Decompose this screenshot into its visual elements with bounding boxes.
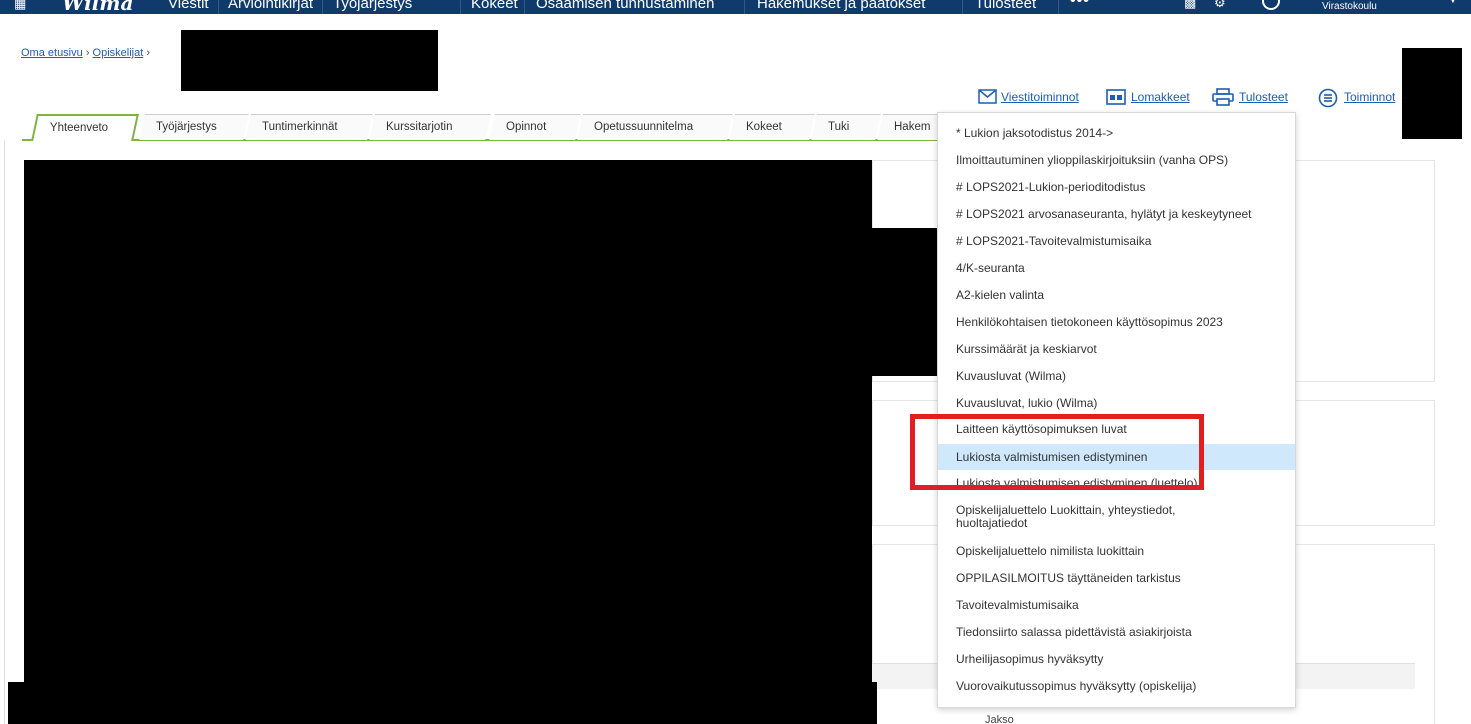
- menu-item[interactable]: 4/K-seuranta: [938, 262, 1295, 275]
- roles-icon[interactable]: ⚙: [1214, 0, 1226, 11]
- envelope-icon: [978, 89, 997, 104]
- menu-item[interactable]: Opiskelijaluettelo Luokittain, yhteystie…: [938, 504, 1295, 530]
- menu-item[interactable]: # LOPS2021-Lukion-perioditodistus: [938, 181, 1295, 194]
- table-cell: Jakso: [985, 714, 1014, 724]
- page-left-border: [4, 140, 5, 724]
- tab-label: Tuntimerkinnät: [262, 121, 338, 133]
- tab-label: Opetussuunnitelma: [594, 121, 694, 133]
- nav-divider: [218, 0, 219, 14]
- tab-hour-entries[interactable]: Tuntimerkinnät: [245, 114, 373, 140]
- menu-item[interactable]: # LOPS2021-Tavoitevalmistumisaika: [938, 235, 1295, 248]
- tab-applications[interactable]: Hakem: [877, 114, 943, 140]
- functions-label: Toiminnot: [1344, 90, 1396, 104]
- nav-printouts[interactable]: Tulosteet: [975, 0, 1036, 14]
- tab-support[interactable]: Tuki: [811, 114, 881, 140]
- tab-label: Hakem: [894, 121, 931, 133]
- menu-item-highlighted[interactable]: Lukiosta valmistumisen edistyminen: [938, 444, 1295, 470]
- top-navigation-bar: ▦ Wilma Viestit Arviointikirjat Työjärje…: [0, 0, 1471, 14]
- menu-item[interactable]: Ilmoittautuminen ylioppilaskirjoituksiin…: [938, 154, 1295, 167]
- menu-item[interactable]: Kuvausluvat (Wilma): [938, 370, 1295, 383]
- tab-curriculum[interactable]: Opetussuunnitelma: [577, 114, 733, 140]
- nav-divider: [744, 0, 745, 14]
- message-actions-label: Viestitoiminnot: [1001, 90, 1079, 104]
- nav-exams[interactable]: Kokeet: [471, 0, 518, 14]
- tab-label: Yhteenveto: [49, 122, 109, 134]
- tab-label: Opinnot: [506, 121, 547, 133]
- forms-link[interactable]: Lomakkeet: [1106, 89, 1190, 105]
- printouts-dropdown-menu: * Lukion jaksotodistus 2014-> Ilmoittaut…: [937, 112, 1296, 708]
- redacted-content: [872, 228, 942, 376]
- printer-icon: [1212, 88, 1234, 106]
- menu-item[interactable]: Vuorovaikutussopimus hyväksytty (opiskel…: [938, 680, 1295, 693]
- functions-link[interactable]: Toiminnot: [1318, 88, 1396, 108]
- nav-schedule[interactable]: Työjärjestys: [333, 0, 412, 14]
- tab-schedule[interactable]: Työjärjestys: [139, 114, 249, 140]
- nav-divider: [1058, 0, 1059, 14]
- menu-item[interactable]: OPPILASILMOITUS täyttäneiden tarkistus: [938, 572, 1295, 585]
- menu-item[interactable]: * Lukion jaksotodistus 2014->: [938, 127, 1295, 140]
- menu-item[interactable]: A2-kielen valinta: [938, 289, 1295, 302]
- breadcrumb-home-link[interactable]: Oma etusivu: [21, 47, 83, 59]
- menu-circle-icon: [1318, 88, 1338, 108]
- breadcrumb-students-link[interactable]: Opiskelijat: [93, 47, 144, 59]
- form-icon: [1106, 89, 1126, 105]
- nav-divider: [322, 0, 323, 14]
- tab-label: Kokeet: [746, 121, 782, 133]
- tab-label: Tuki: [828, 121, 850, 133]
- tab-label: Kurssitarjotin: [386, 121, 453, 133]
- tab-summary[interactable]: Yhteenveto: [31, 114, 139, 141]
- breadcrumb-separator: ›: [146, 47, 151, 59]
- qr-code-icon[interactable]: ▩: [1184, 0, 1196, 11]
- menu-item[interactable]: # LOPS2021 arvosanaseuranta, hylätyt ja …: [938, 208, 1295, 221]
- tab-course-tray[interactable]: Kurssitarjotin: [369, 114, 491, 140]
- profile-icon[interactable]: [1262, 0, 1280, 10]
- nav-divider: [460, 0, 461, 14]
- menu-item[interactable]: Henkilökohtaisen tietokoneen käyttösopim…: [938, 316, 1295, 329]
- chevron-down-icon[interactable]: ▼: [1448, 0, 1458, 6]
- menu-item[interactable]: Lukiosta valmistumisen edistyminen (luet…: [938, 477, 1295, 490]
- menu-item[interactable]: Laitteen käyttösopimuksen luvat: [938, 423, 1295, 436]
- menu-item[interactable]: Tiedonsiirto salassa pidettävistä asiaki…: [938, 626, 1295, 639]
- printouts-label: Tulosteet: [1239, 90, 1288, 104]
- redacted-content: [24, 160, 872, 724]
- nav-divider: [962, 0, 963, 14]
- printouts-link[interactable]: Tulosteet: [1212, 88, 1288, 106]
- school-name[interactable]: Virastokoulu: [1322, 1, 1377, 12]
- nav-more-button[interactable]: •••: [1070, 0, 1090, 10]
- forms-label: Lomakkeet: [1131, 90, 1190, 104]
- menu-item[interactable]: Opiskelijaluettelo nimilista luokittain: [938, 545, 1295, 558]
- menu-item[interactable]: Kuvausluvat, lukio (Wilma): [938, 397, 1295, 410]
- breadcrumb: Oma etusivu › Opiskelijat ›: [21, 47, 150, 59]
- nav-applications[interactable]: Hakemukset ja päätökset: [757, 0, 925, 14]
- redacted-student-name: [181, 30, 438, 91]
- tab-studies[interactable]: Opinnot: [489, 114, 581, 140]
- redacted-content: [8, 682, 877, 724]
- nav-messages[interactable]: Viestit: [168, 0, 209, 14]
- wilma-logo[interactable]: Wilma: [62, 0, 133, 14]
- menu-item-line: huoltajatiedot: [956, 516, 1028, 530]
- nav-divider: [524, 0, 525, 14]
- apps-grid-icon[interactable]: ▦: [14, 0, 27, 12]
- menu-item[interactable]: Urheilijasopimus hyväksytty: [938, 653, 1295, 666]
- nav-gradebooks[interactable]: Arviointikirjat: [228, 0, 313, 14]
- tab-label: Työjärjestys: [156, 121, 217, 133]
- message-actions-link[interactable]: Viestitoiminnot: [978, 89, 1079, 104]
- tab-exams[interactable]: Kokeet: [729, 114, 815, 140]
- menu-item[interactable]: Kurssimäärät ja keskiarvot: [938, 343, 1295, 356]
- menu-item[interactable]: Tavoitevalmistumisaika: [938, 599, 1295, 612]
- nav-recognition[interactable]: Osaamisen tunnustaminen: [536, 0, 714, 14]
- breadcrumb-separator: ›: [85, 47, 90, 59]
